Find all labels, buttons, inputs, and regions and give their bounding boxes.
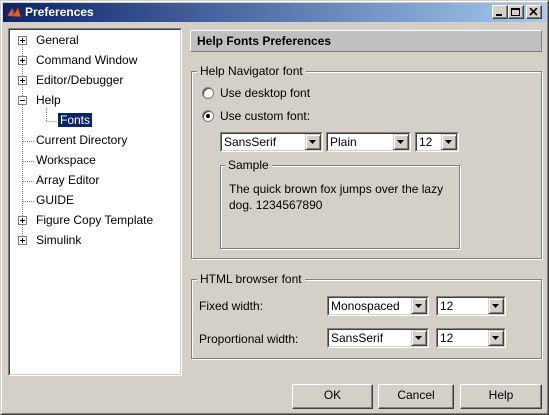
font-size-value: 12 [419,135,433,149]
tree-item-simulink[interactable]: Simulink [36,233,81,248]
sample-text: The quick brown fox jumps over the lazy … [229,182,444,212]
chevron-down-icon [415,336,422,340]
tree-item-current-directory[interactable]: Current Directory [36,133,127,148]
tree-item-label: Figure Copy Template [36,213,154,227]
tree-item-label: Simulink [36,233,82,247]
tree-item-label: Current Directory [36,133,128,147]
cancel-button[interactable]: Cancel [378,384,454,409]
custom-font-radio[interactable] [202,110,214,122]
panel-header: Help Fonts Preferences [190,30,542,52]
font-name-select[interactable]: SansSerif [220,132,323,152]
close-button[interactable] [526,5,542,19]
expand-icon[interactable] [18,216,27,225]
maximize-icon [511,8,520,16]
proportional-font-select[interactable]: SansSerif [327,328,429,348]
font-size-select[interactable]: 12 [415,132,459,152]
font-style-value: Plain [330,135,357,149]
html-browser-title: HTML browser font [197,272,305,286]
tree-item-workspace[interactable]: Workspace [36,153,96,168]
tree-item-editor-debugger[interactable]: Editor/Debugger [36,73,123,88]
expand-icon[interactable] [18,236,27,245]
fixed-width-label: Fixed width: [199,299,264,313]
fixed-size-value: 12 [440,299,454,313]
tree-item-general[interactable]: General [36,33,79,48]
proportional-font-dropdown-button[interactable] [411,330,427,346]
tree-item-label: Command Window [36,53,138,67]
minimize-button[interactable] [492,5,508,19]
chevron-down-icon [492,304,499,308]
tree-item-label: Workspace [36,153,96,167]
ok-button[interactable]: OK [292,384,373,409]
proportional-width-label: Proportional width: [199,332,299,346]
expand-icon[interactable] [18,36,27,45]
proportional-size-dropdown-button[interactable] [488,330,504,346]
tree-item-label: Help [36,93,61,107]
chevron-down-icon [397,140,404,144]
font-name-dropdown-button[interactable] [305,134,321,150]
help-button[interactable]: Help [460,384,542,409]
window-title: Preferences [25,5,94,19]
help-navigator-title: Help Navigator font [197,64,306,78]
font-style-dropdown-button[interactable] [393,134,409,150]
font-style-select[interactable]: Plain [326,132,411,152]
tree-item-figure-copy-template[interactable]: Figure Copy Template [36,213,153,228]
title-bar[interactable]: Preferences [3,3,546,22]
preferences-window: Preferences General Command Window Editor/… [0,0,549,415]
collapse-icon[interactable] [18,96,27,105]
fixed-font-value: Monospaced [331,299,400,313]
fixed-size-select[interactable]: 12 [436,296,506,316]
tree-item-fonts[interactable]: Fonts [58,113,93,128]
chevron-down-icon [445,140,452,144]
desktop-font-radio[interactable] [202,87,214,99]
sample-title: Sample [225,158,272,172]
font-name-value: SansSerif [224,135,277,149]
fixed-font-dropdown-button[interactable] [411,298,427,314]
font-size-dropdown-button[interactable] [441,134,457,150]
fixed-size-dropdown-button[interactable] [488,298,504,314]
tree-item-command-window[interactable]: Command Window [36,53,137,68]
tree-item-help[interactable]: Help [36,93,61,108]
desktop-font-label[interactable]: Use desktop font [220,86,310,100]
proportional-font-value: SansSerif [331,331,384,345]
tree-item-label: Array Editor [36,173,100,187]
custom-font-label[interactable]: Use custom font: [220,109,310,123]
proportional-size-select[interactable]: 12 [436,328,506,348]
expand-icon[interactable] [18,76,27,85]
matlab-logo-icon [6,5,22,18]
tree-item-label: Editor/Debugger [36,73,124,87]
tree-item-label: General [36,33,79,47]
tree-item-array-editor[interactable]: Array Editor [36,173,99,188]
chevron-down-icon [309,140,316,144]
chevron-down-icon [415,304,422,308]
tree-item-guide[interactable]: GUIDE [36,193,74,208]
minimize-icon [496,14,502,16]
fixed-font-select[interactable]: Monospaced [327,296,429,316]
tree-item-label: Fonts [58,113,93,127]
expand-icon[interactable] [18,56,27,65]
close-icon [529,8,538,16]
chevron-down-icon [492,336,499,340]
proportional-size-value: 12 [440,331,454,345]
tree-item-label: GUIDE [36,193,75,207]
radio-selected-dot [206,114,210,118]
maximize-button[interactable] [508,5,524,19]
panel-header-title: Help Fonts Preferences [197,34,332,48]
preferences-tree[interactable]: General Command Window Editor/Debugger Help… [8,28,182,376]
